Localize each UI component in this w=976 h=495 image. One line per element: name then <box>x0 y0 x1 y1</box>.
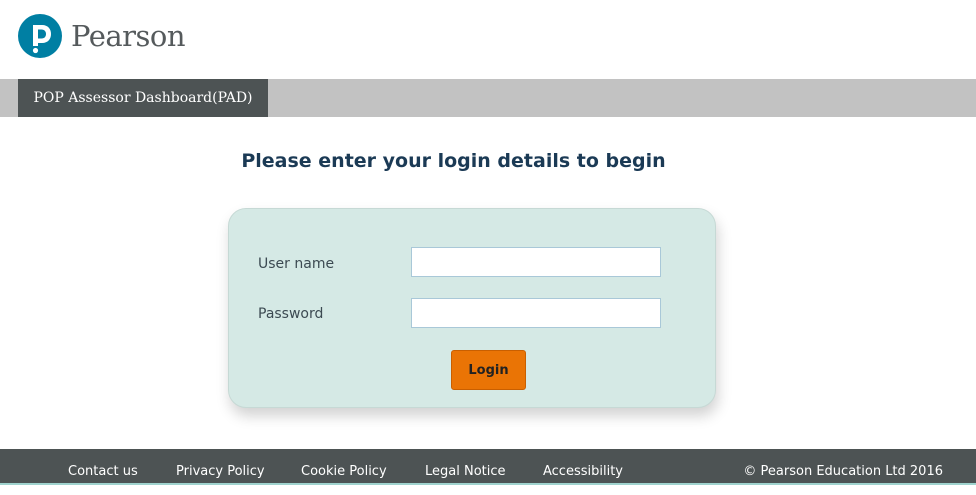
footer-link-legal-notice[interactable]: Legal Notice <box>425 449 506 495</box>
header: Pearson <box>0 0 976 79</box>
footer: Contact us Privacy Policy Cookie Policy … <box>0 449 976 485</box>
footer-link-contact-us[interactable]: Contact us <box>68 449 138 495</box>
footer-link-cookie-policy[interactable]: Cookie Policy <box>301 449 387 495</box>
tab-pop-assessor-dashboard[interactable]: POP Assessor Dashboard(PAD) <box>18 79 268 117</box>
login-form: User name Password Login <box>228 208 716 408</box>
username-input[interactable] <box>411 247 661 277</box>
brand-name: Pearson <box>71 18 186 53</box>
password-label: Password <box>258 306 324 322</box>
footer-link-accessibility[interactable]: Accessibility <box>543 449 623 495</box>
pearson-logo[interactable]: Pearson <box>18 14 186 58</box>
login-button[interactable]: Login <box>451 350 526 390</box>
login-heading: Please enter your login details to begin <box>241 150 666 172</box>
footer-link-privacy-policy[interactable]: Privacy Policy <box>176 449 265 495</box>
copyright-text: © Pearson Education Ltd 2016 <box>743 464 943 479</box>
password-input[interactable] <box>411 298 661 328</box>
username-label: User name <box>258 256 335 272</box>
nav-bar: POP Assessor Dashboard(PAD) <box>0 79 976 117</box>
pearson-logo-icon <box>18 14 62 58</box>
